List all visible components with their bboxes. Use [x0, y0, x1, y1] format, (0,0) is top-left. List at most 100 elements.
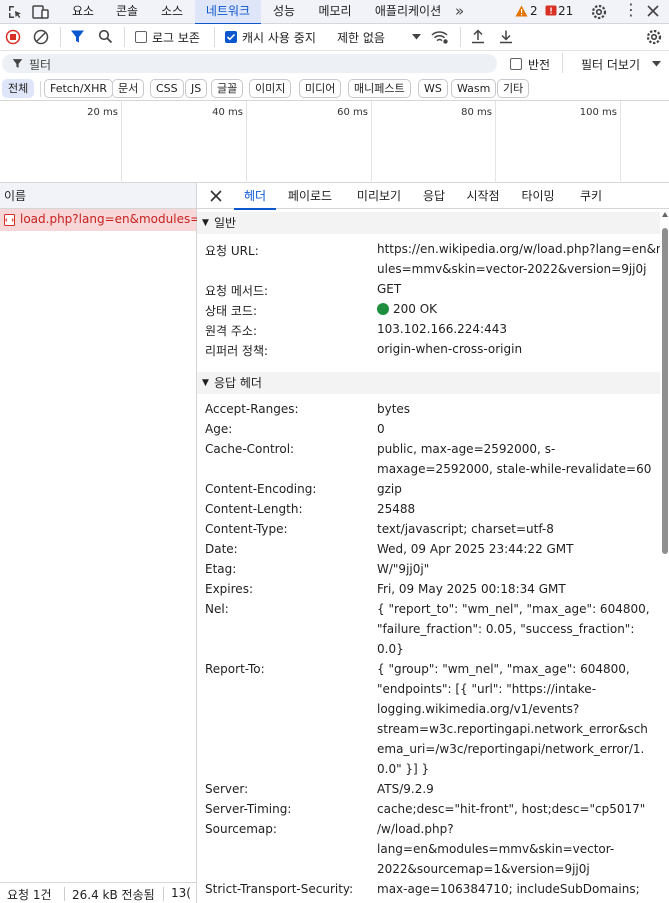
filter-input[interactable]: 필터 — [2, 54, 497, 73]
timeline-gridline — [371, 101, 372, 183]
header-key: Content-Encoding: — [205, 482, 317, 496]
chip-divider — [40, 81, 41, 97]
header-value: { "group": "wm_nel", "max_age": 604800, — [377, 662, 630, 676]
clear-icon[interactable] — [33, 29, 49, 45]
timeline-gridline — [121, 101, 122, 183]
issues-icon[interactable] — [545, 5, 557, 17]
status-ok-dot-icon — [377, 303, 389, 315]
tab-performance[interactable]: 성능 — [263, 0, 305, 24]
filter-funnel-icon[interactable] — [70, 29, 85, 44]
header-value: ATS/9.2.9 — [377, 782, 434, 796]
request-detail-tabs: 헤더 페이로드 미리보기 응답 시작점 타이밍 쿠키 — [197, 183, 669, 210]
header-value: origin-when-cross-origin — [377, 342, 523, 356]
general-section-title: 일반 — [214, 216, 237, 230]
header-value: W/"9jj0j" — [377, 562, 430, 576]
general-section-header[interactable]: ▼ 일반 — [197, 212, 660, 234]
header-value: 0 — [377, 422, 385, 436]
more-filters-chevron-down-icon[interactable] — [652, 61, 661, 67]
timeline-gridline — [620, 101, 621, 183]
header-value: public, max-age=2592000, s- — [377, 442, 556, 456]
settings-gear-icon[interactable] — [590, 3, 608, 21]
header-key: 상태 코드: — [205, 304, 258, 318]
type-filter-ws[interactable]: WS — [418, 79, 448, 98]
timeline-tick-label: 80 ms — [461, 107, 492, 118]
type-filter-other[interactable]: 기타 — [497, 79, 530, 98]
header-value: /w/load.php? — [377, 822, 454, 836]
header-value: text/javascript; charset=utf-8 — [377, 522, 554, 536]
tab-response[interactable]: 응답 — [417, 183, 451, 209]
header-key: Date: — [205, 542, 238, 556]
request-row[interactable]: load.php?lang=en&modules=... — [0, 209, 212, 231]
type-filter-font[interactable]: 글꼴 — [211, 79, 244, 98]
disable-cache-checkbox[interactable] — [225, 31, 237, 43]
timeline-overview[interactable]: 20 ms 40 ms 60 ms 80 ms 100 ms — [0, 101, 669, 183]
header-key: 요청 URL: — [205, 244, 259, 258]
errors-count[interactable]: 21 — [558, 4, 573, 18]
scroll-up-arrow-icon[interactable] — [662, 212, 668, 217]
tab-preview[interactable]: 미리보기 — [349, 183, 409, 209]
type-filter-all[interactable]: 전체 — [2, 79, 35, 98]
import-har-upload-icon[interactable] — [471, 29, 485, 44]
export-har-download-icon[interactable] — [499, 29, 513, 44]
timeline-tick-label: 20 ms — [87, 107, 118, 118]
type-filter-fetch-xhr[interactable]: Fetch/XHR — [44, 79, 113, 98]
header-key: 요청 메서드: — [205, 284, 269, 298]
header-key: 리퍼러 정책: — [205, 344, 269, 358]
search-icon[interactable] — [98, 29, 113, 44]
more-options-icon[interactable]: ⋮ — [623, 2, 639, 18]
invert-filter-checkbox[interactable] — [510, 58, 522, 70]
close-devtools-icon[interactable] — [646, 4, 660, 18]
response-headers-section-header[interactable]: ▼ 응답 헤더 — [197, 372, 660, 394]
more-tabs-chevron-icon[interactable]: » — [455, 2, 464, 20]
header-value: Wed, 09 Apr 2025 23:44:22 GMT — [377, 542, 574, 556]
record-stop-icon[interactable] — [5, 29, 21, 45]
type-filter-document[interactable]: 문서 — [112, 79, 145, 98]
preserve-log-checkbox[interactable] — [135, 31, 147, 43]
header-key: 원격 주소: — [205, 324, 258, 338]
tab-payload[interactable]: 페이로드 — [280, 183, 340, 209]
tab-application[interactable]: 애플리케이션 — [366, 0, 450, 24]
more-filters-button[interactable]: 필터 더보기 — [581, 56, 640, 73]
status-divider — [163, 887, 164, 901]
name-column-header[interactable]: 이름 — [0, 183, 196, 209]
type-filter-image[interactable]: 이미지 — [249, 79, 292, 98]
header-value: ules=mmv&skin=vector-2022&version=9jj0j — [377, 262, 647, 276]
header-value: gzip — [377, 482, 402, 496]
tab-timing[interactable]: 타이밍 — [515, 183, 561, 209]
warning-icon[interactable] — [515, 5, 528, 17]
tab-initiator[interactable]: 시작점 — [460, 183, 506, 209]
inspect-element-icon[interactable] — [7, 4, 23, 20]
type-filter-js[interactable]: JS — [185, 79, 208, 98]
type-filter-media[interactable]: 미디어 — [299, 79, 342, 98]
header-key: Content-Type: — [205, 522, 288, 536]
tab-cookies[interactable]: 쿠키 — [574, 183, 608, 209]
tab-sources[interactable]: 소스 — [150, 0, 194, 24]
tab-console[interactable]: 콘솔 — [107, 0, 147, 24]
header-key: Nel: — [205, 602, 229, 616]
collapse-triangle-icon: ▼ — [202, 218, 209, 228]
response-headers-section-title: 응답 헤더 — [214, 376, 262, 390]
detail-scrollbar-thumb[interactable] — [662, 228, 668, 554]
header-value: cache;desc="hit-front", host;desc="cp501… — [377, 802, 646, 816]
throttling-select[interactable]: 제한 없음 — [337, 29, 385, 46]
warning-count[interactable]: 2 — [530, 4, 538, 18]
tab-memory[interactable]: 메모리 — [307, 0, 363, 24]
tab-network[interactable]: 네트워크 — [195, 0, 261, 25]
close-detail-icon[interactable] — [209, 189, 223, 203]
network-conditions-wifi-icon[interactable] — [431, 30, 449, 44]
network-toolbar: 로그 보존 캐시 사용 중지 제한 없음 — [0, 24, 669, 51]
tab-headers[interactable]: 헤더 — [234, 183, 276, 210]
transferred-size: 26.4 kB 전송됨 — [72, 888, 155, 902]
timeline-tick-label: 60 ms — [337, 107, 368, 118]
filter-funnel-icon — [12, 58, 23, 69]
tab-elements[interactable]: 요소 — [61, 0, 105, 24]
timeline-gridline — [495, 101, 496, 183]
type-filter-css[interactable]: CSS — [150, 79, 184, 98]
type-filter-wasm[interactable]: Wasm — [451, 79, 497, 98]
network-settings-gear-icon[interactable] — [645, 28, 663, 46]
header-value: 25488 — [377, 502, 416, 516]
throttling-chevron-down-icon[interactable] — [412, 34, 421, 40]
device-toolbar-icon[interactable] — [32, 4, 50, 20]
preserve-log-label: 로그 보존 — [152, 31, 200, 45]
type-filter-manifest[interactable]: 매니페스트 — [348, 79, 411, 98]
